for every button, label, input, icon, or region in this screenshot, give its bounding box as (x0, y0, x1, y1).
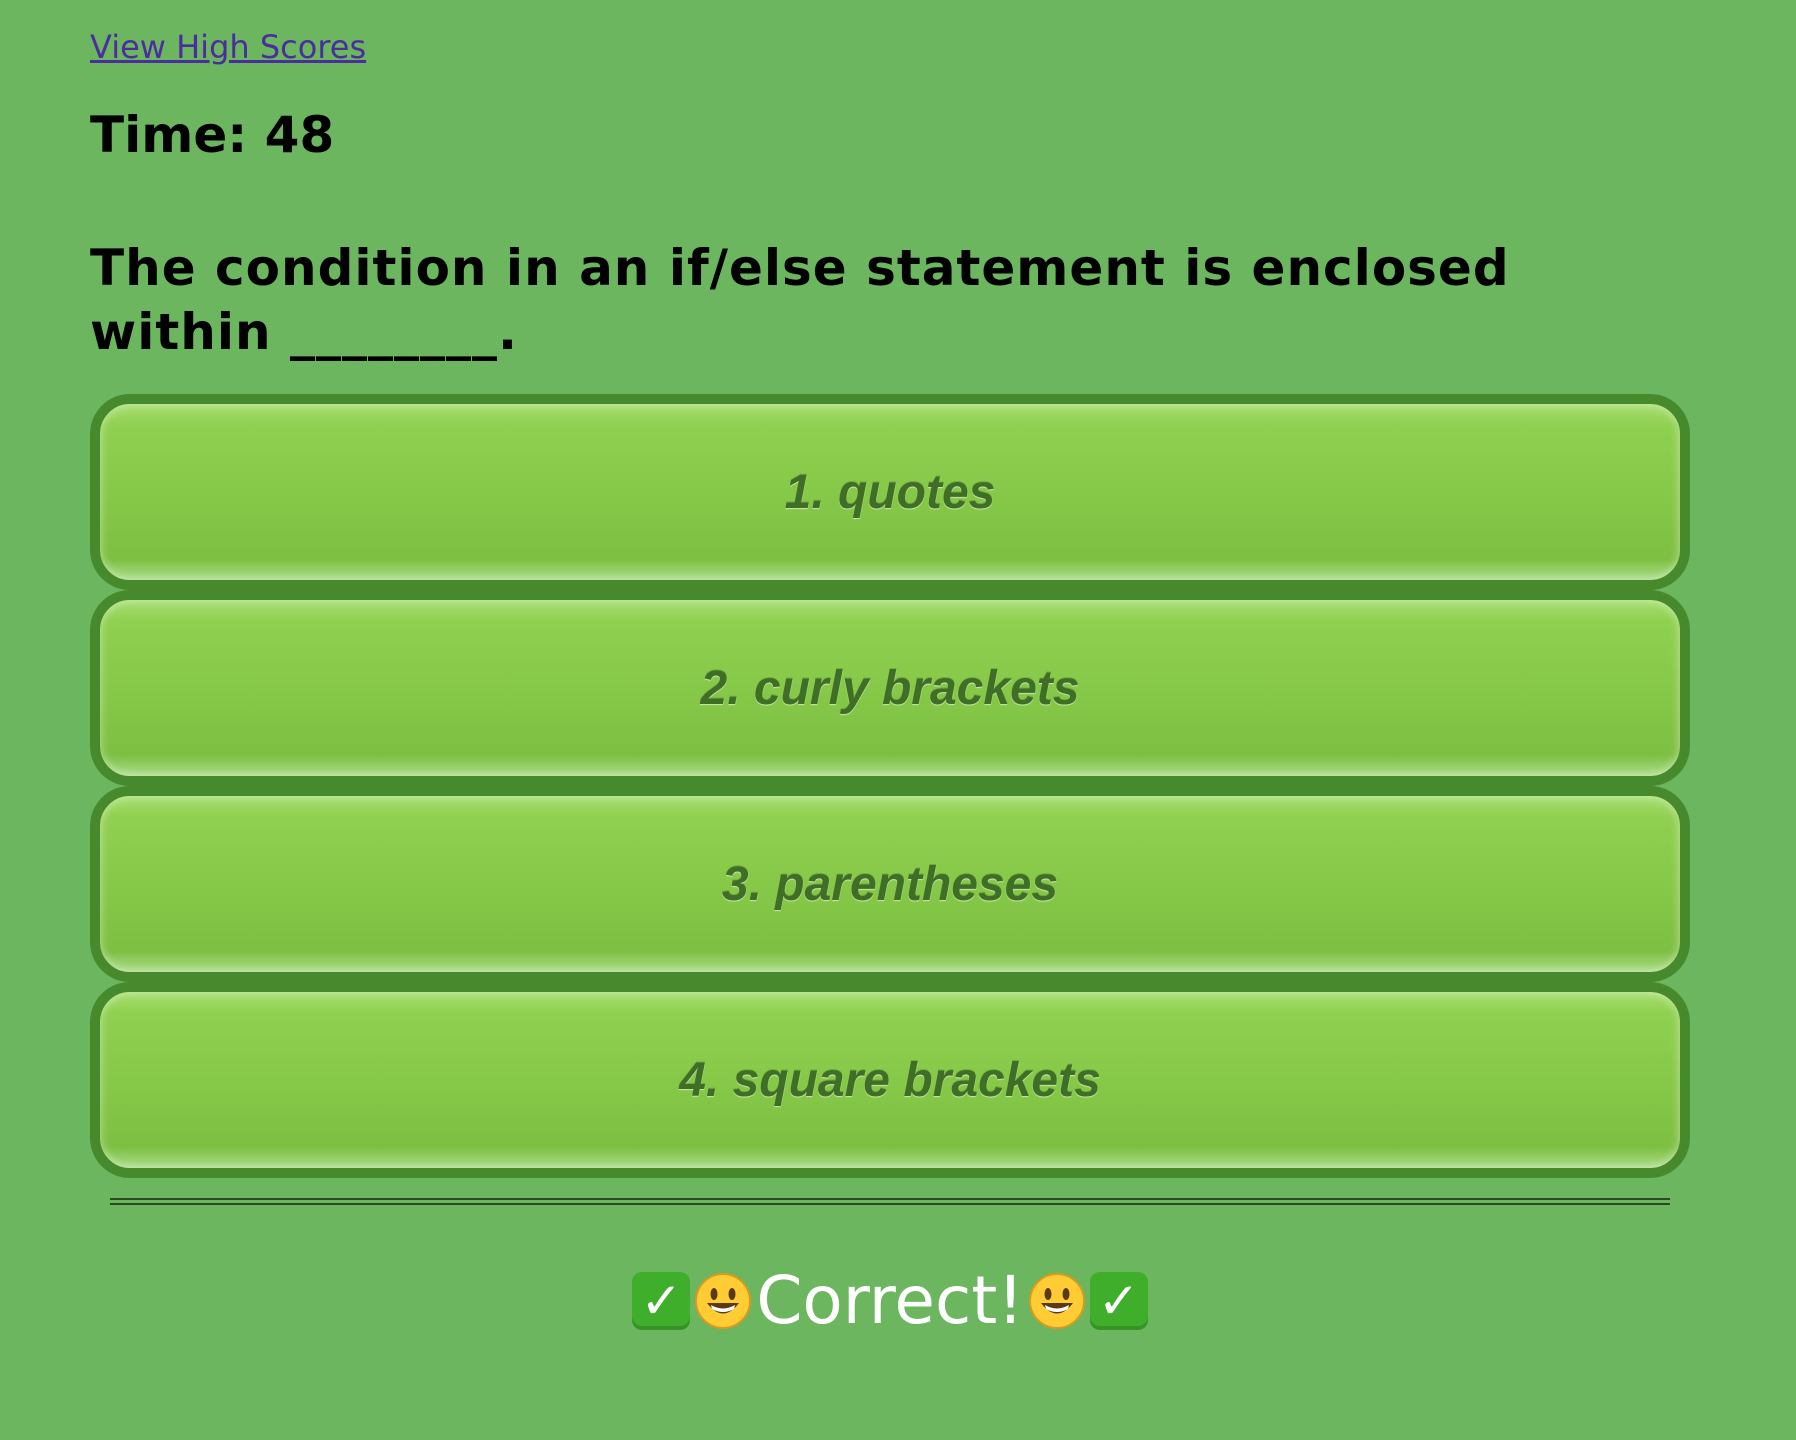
check-mark-icon: ✓ (1089, 1271, 1148, 1330)
question-text: The condition in an if/else statement is… (90, 239, 1510, 361)
answer-button-4[interactable]: 4. square brackets (90, 982, 1690, 1178)
answer-button-2[interactable]: 2. curly brackets (90, 590, 1690, 786)
smiley-icon (694, 1272, 752, 1330)
check-mark-icon: ✓ (632, 1271, 691, 1330)
timer-display: Time: 48 (90, 106, 335, 164)
answer-button-1[interactable]: 1. quotes (90, 394, 1690, 590)
divider (110, 1198, 1670, 1205)
answer-list: 1. quotes 2. curly brackets 3. parenthes… (90, 394, 1690, 1178)
feedback-message: ✓ Correct! ✓ (90, 1262, 1690, 1339)
smiley-icon (1028, 1272, 1086, 1330)
feedback-text: Correct! (756, 1262, 1024, 1339)
view-high-scores-link[interactable]: View High Scores (90, 28, 366, 66)
answer-button-3[interactable]: 3. parentheses (90, 786, 1690, 982)
